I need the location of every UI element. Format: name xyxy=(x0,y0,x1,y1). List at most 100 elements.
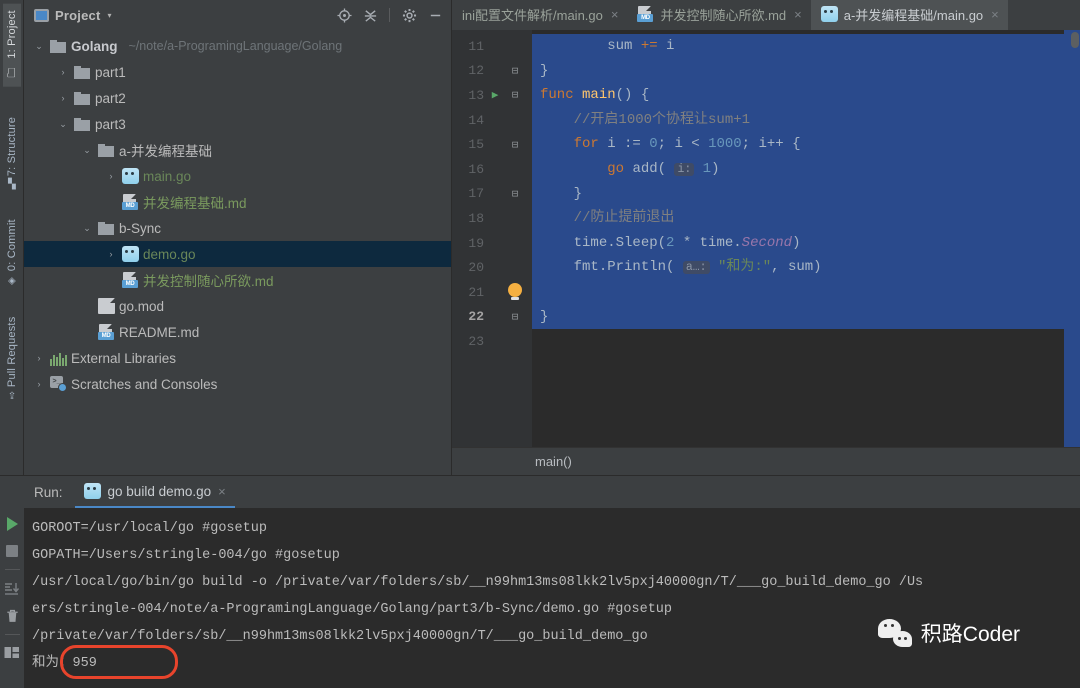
clear-all-trash-button[interactable] xyxy=(4,607,21,624)
tree-row[interactable]: › demo.go xyxy=(24,241,451,267)
chevron-down-icon[interactable]: ▾ xyxy=(107,11,111,20)
tree-row[interactable]: • go.mod xyxy=(24,293,451,319)
tree-row[interactable]: ⌄ part3 xyxy=(24,111,451,137)
tree-row-label: demo.go xyxy=(143,246,196,262)
gutter-line[interactable]: 22 ⊟ xyxy=(452,305,532,330)
run-console-output[interactable]: GOROOT=/usr/local/go #gosetup GOPATH=/Use… xyxy=(24,508,1080,688)
chevron-down-icon[interactable]: ⌄ xyxy=(80,223,94,234)
fold-marker-icon[interactable]: ⊟ xyxy=(504,64,526,78)
code-line[interactable]: } xyxy=(532,304,1080,330)
locate-icon[interactable] xyxy=(334,5,354,25)
tool-tab-commit[interactable]: ◈ 0: Commit xyxy=(3,213,21,293)
collapse-all-icon[interactable] xyxy=(360,5,380,25)
gutter-line[interactable]: 21 xyxy=(452,280,532,305)
fold-marker-icon[interactable]: ⊟ xyxy=(504,187,526,201)
tree-row-label: 并发控制随心所欲.md xyxy=(143,274,274,289)
chevron-right-icon[interactable]: • xyxy=(104,275,118,285)
chevron-right-icon[interactable]: › xyxy=(32,353,46,363)
rerun-play-button[interactable] xyxy=(4,515,21,532)
chevron-right-icon[interactable]: › xyxy=(104,249,118,259)
intention-bulb-icon[interactable] xyxy=(504,283,526,301)
editor-tab-bar[interactable]: ini配置文件解析/main.go × MD 并发控制随心所欲.md × a-并发编程基础… xyxy=(452,0,1080,30)
run-tab-go-build-demo[interactable]: go build demo.go × xyxy=(74,476,235,508)
code-line[interactable]: go add( i: 1) xyxy=(532,156,1080,182)
code-token: Second xyxy=(741,234,793,251)
chevron-right-icon[interactable]: › xyxy=(56,93,70,103)
close-icon[interactable]: × xyxy=(218,484,226,499)
close-icon[interactable]: × xyxy=(611,7,619,22)
tree-row[interactable]: ⌄ a-并发编程基础 xyxy=(24,137,451,163)
tree-row[interactable]: › External Libraries xyxy=(24,345,451,371)
project-tree[interactable]: ⌄ Golang ~/note/a-ProgramingLanguage/Golan… xyxy=(24,30,451,475)
fold-marker-icon[interactable]: ⊟ xyxy=(504,310,526,324)
fold-marker-icon[interactable]: ⊟ xyxy=(504,88,526,102)
chevron-right-icon[interactable]: • xyxy=(104,197,118,207)
gutter-line[interactable]: 17 ⊟ xyxy=(452,182,532,207)
layout-settings-button[interactable] xyxy=(4,645,21,662)
chevron-down-icon[interactable]: ⌄ xyxy=(56,119,70,130)
tree-row[interactable]: › part1 xyxy=(24,59,451,85)
tree-row[interactable]: › >_ Scratches and Consoles xyxy=(24,371,451,397)
code-token: "和为:" xyxy=(717,259,772,276)
gutter-line[interactable]: 15 ⊟ xyxy=(452,132,532,157)
close-icon[interactable]: × xyxy=(794,7,802,22)
tree-row[interactable]: › part2 xyxy=(24,85,451,111)
code-line[interactable]: fmt.Println( a…: "和为:", sum) xyxy=(532,255,1080,280)
code-token: } xyxy=(540,62,549,79)
editor-tab[interactable]: ini配置文件解析/main.go × xyxy=(452,0,627,30)
code-token: } xyxy=(540,308,549,325)
code-line[interactable] xyxy=(532,279,1080,305)
gutter-line[interactable]: 13 ▶ ⊟ xyxy=(452,83,532,108)
project-panel-header: Project ▾ xyxy=(24,0,451,30)
fold-marker-icon[interactable]: ⊟ xyxy=(504,138,526,152)
code-line[interactable]: func main() { xyxy=(532,83,1080,108)
editor-tab[interactable]: a-并发编程基础/main.go × xyxy=(810,0,1008,30)
code-line[interactable]: sum += i xyxy=(532,34,1080,59)
code-line[interactable]: } xyxy=(532,58,1080,84)
gutter-line[interactable]: 11 xyxy=(452,34,532,59)
tool-tab-pull-requests[interactable]: ⇪ Pull Requests xyxy=(3,311,21,407)
tree-row[interactable]: › main.go xyxy=(24,163,451,189)
breadcrumb-item-main[interactable]: main() xyxy=(535,454,572,469)
tree-row[interactable]: ⌄ b-Sync xyxy=(24,215,451,241)
code-editor[interactable]: 11 12 ⊟ 13 ▶ ⊟ 14 15 ⊟ 16 17 ⊟ 18 19 20 21 22 ⊟ 23 sum += … xyxy=(452,30,1080,447)
line-number: 17 xyxy=(468,186,484,202)
code-line[interactable]: //防止提前退出 xyxy=(532,206,1080,231)
editor-gutter[interactable]: 11 12 ⊟ 13 ▶ ⊟ 14 15 ⊟ 16 17 ⊟ 18 19 20 21 22 ⊟ 23 xyxy=(452,30,532,447)
tree-row[interactable]: • MD 并发控制随心所欲.md xyxy=(24,267,451,293)
gutter-line[interactable]: 18 xyxy=(452,206,532,231)
chevron-down-icon[interactable]: ⌄ xyxy=(32,41,46,52)
run-gutter-icon[interactable]: ▶ xyxy=(486,88,504,102)
editor-vertical-scrollbar[interactable] xyxy=(1071,32,1079,48)
scroll-to-end-button[interactable] xyxy=(4,580,21,597)
editor-tab[interactable]: MD 并发控制随心所欲.md × xyxy=(627,0,810,30)
gutter-line[interactable]: 16 xyxy=(452,157,532,182)
chevron-right-icon[interactable]: › xyxy=(104,171,118,181)
gutter-line[interactable]: 14 xyxy=(452,108,532,133)
chevron-right-icon[interactable]: • xyxy=(80,327,94,337)
code-line[interactable]: time.Sleep(2 * time.Second) xyxy=(532,230,1080,256)
tool-tab-structure[interactable]: ▚ 7: Structure xyxy=(3,111,21,195)
breadcrumb[interactable]: main() xyxy=(452,447,1080,475)
code-line[interactable]: //开启1000个协程让sum+1 xyxy=(532,107,1080,133)
close-icon[interactable]: × xyxy=(991,7,999,22)
code-line[interactable] xyxy=(532,329,1080,354)
tree-row[interactable]: • MD 并发编程基础.md xyxy=(24,189,451,215)
chevron-right-icon[interactable]: › xyxy=(32,379,46,389)
code-line[interactable]: } xyxy=(532,181,1080,207)
gutter-line[interactable]: 20 xyxy=(452,255,532,280)
code-line[interactable]: for i := 0; i < 1000; i++ { xyxy=(532,132,1080,157)
editor-code-content[interactable]: sum += i} func main() { //开启1000个协程让sum+1… xyxy=(532,30,1080,447)
settings-gear-icon[interactable] xyxy=(399,5,419,25)
gutter-line[interactable]: 23 xyxy=(452,329,532,354)
tree-row[interactable]: ⌄ Golang ~/note/a-ProgramingLanguage/Golan… xyxy=(24,33,451,59)
chevron-right-icon[interactable]: › xyxy=(56,67,70,77)
chevron-right-icon[interactable]: • xyxy=(80,301,94,311)
minimize-icon[interactable] xyxy=(425,5,445,25)
tree-row[interactable]: • MDREADME.md xyxy=(24,319,451,345)
gutter-line[interactable]: 19 xyxy=(452,231,532,256)
stop-button[interactable] xyxy=(4,542,21,559)
tool-tab-project[interactable]: 🗀 1: Project xyxy=(2,4,21,87)
chevron-down-icon[interactable]: ⌄ xyxy=(80,145,94,156)
gutter-line[interactable]: 12 ⊟ xyxy=(452,59,532,84)
